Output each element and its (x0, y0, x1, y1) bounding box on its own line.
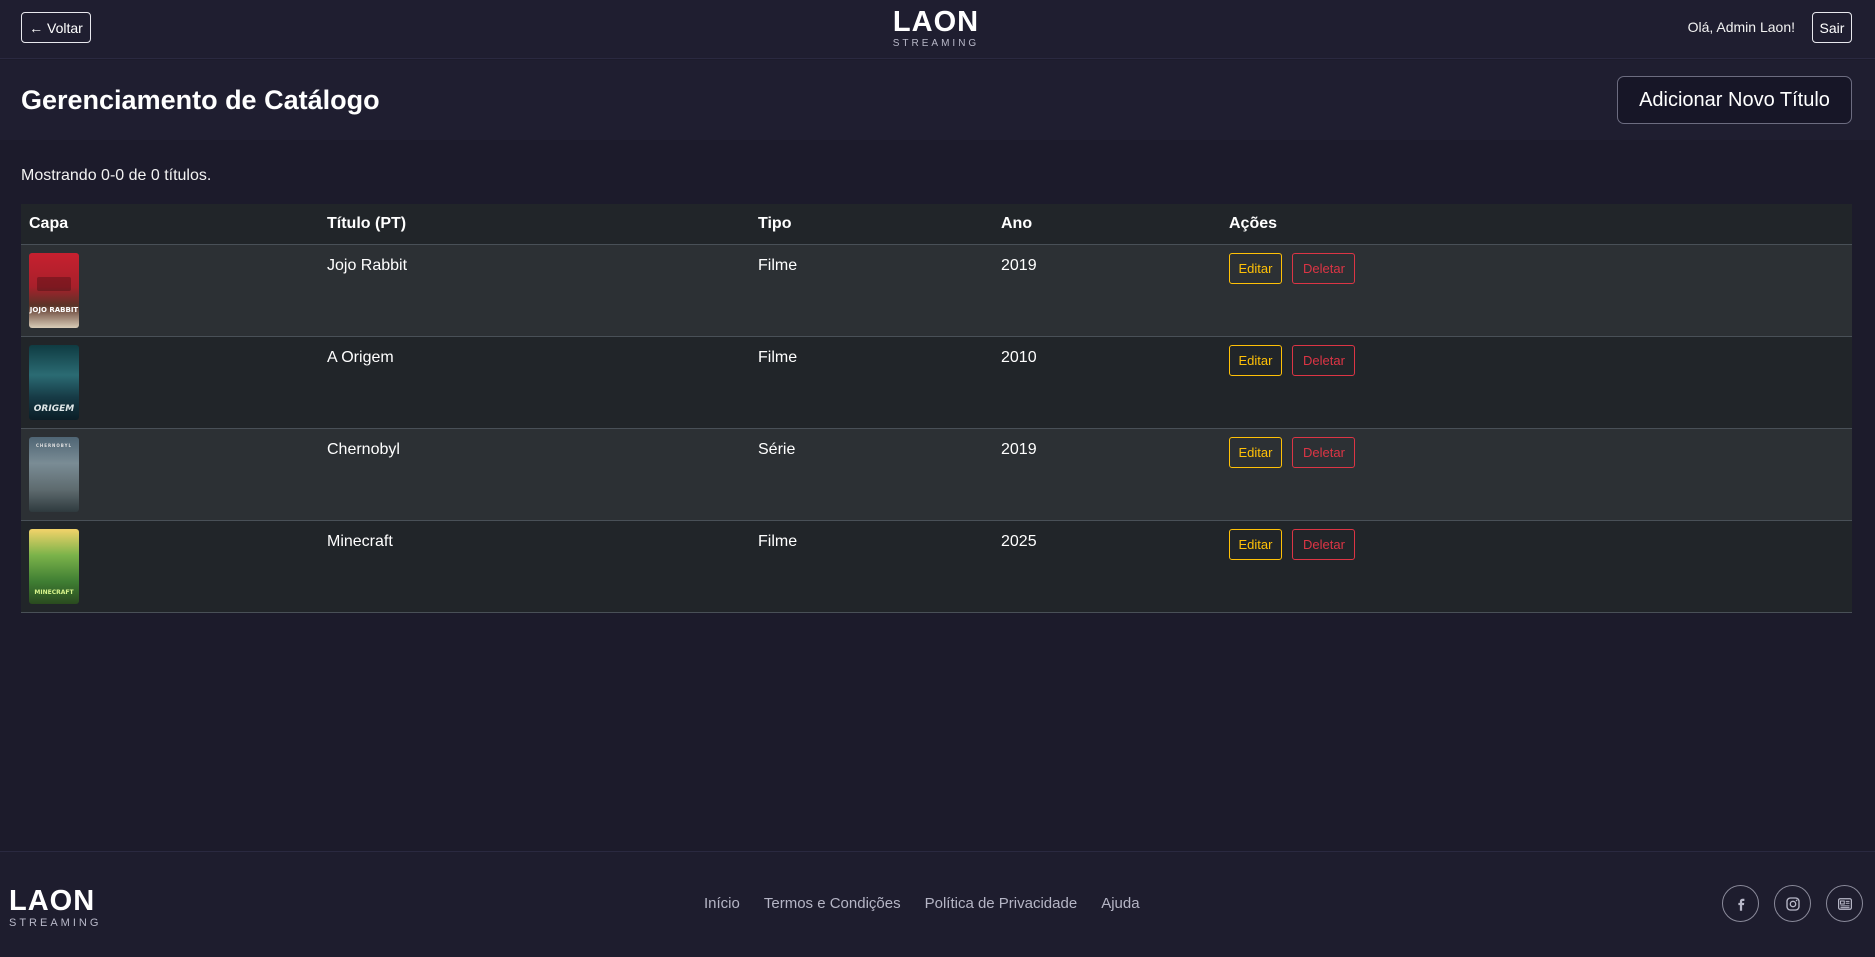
actions-cell: Editar Deletar (1221, 244, 1852, 337)
footer-link-home[interactable]: Início (704, 895, 740, 912)
column-header-type: Tipo (750, 204, 993, 245)
table-row: CHERNOBYL Chernobyl Série 2019 Editar De… (21, 428, 1852, 521)
year-cell: 2019 (993, 244, 1221, 337)
poster-caption: ORIGEM (33, 403, 75, 414)
table-row: MINECRAFT Minecraft Filme 2025 Editar De… (21, 520, 1852, 613)
logo-title: LAON (892, 6, 980, 38)
back-button[interactable]: ← Voltar (21, 12, 91, 43)
add-title-button[interactable]: Adicionar Novo Título (1617, 76, 1852, 124)
page-header: Gerenciamento de Catálogo Adicionar Novo… (0, 60, 1875, 140)
year-cell: 2025 (993, 520, 1221, 613)
brand-logo[interactable]: LAON STREAMING (892, 8, 980, 49)
poster-image: CHERNOBYL (29, 436, 79, 512)
delete-button[interactable]: Deletar (1292, 252, 1356, 284)
poster-cast-art (37, 276, 71, 291)
title-cell: A Origem (319, 336, 750, 429)
poster-image: ORIGEM (29, 344, 79, 420)
actions-cell: Editar Deletar (1221, 336, 1852, 429)
title-cell: Jojo Rabbit (319, 244, 750, 337)
edit-button[interactable]: Editar (1229, 436, 1282, 468)
poster-image: JOJO RABBIT (29, 252, 79, 328)
footer-link-help[interactable]: Ajuda (1101, 895, 1139, 912)
cover-cell: CHERNOBYL (21, 428, 319, 521)
footer-link-terms[interactable]: Termos e Condições (764, 895, 901, 912)
instagram-icon[interactable] (1774, 885, 1811, 922)
footer-logo[interactable]: LAON STREAMING (9, 887, 101, 929)
column-header-cover: Capa (21, 204, 319, 245)
cover-cell: JOJO RABBIT (21, 244, 319, 337)
type-cell: Filme (750, 520, 993, 613)
type-cell: Série (750, 428, 993, 521)
page-title: Gerenciamento de Catálogo (21, 85, 380, 115)
year-cell: 2019 (993, 428, 1221, 521)
site-footer: LAON STREAMING Início Termos e Condições… (0, 851, 1875, 957)
news-icon[interactable] (1826, 885, 1863, 922)
poster-caption: MINECRAFT (34, 588, 74, 596)
actions-cell: Editar Deletar (1221, 520, 1852, 613)
title-cell: Chernobyl (319, 428, 750, 521)
logout-button[interactable]: Sair (1812, 12, 1852, 43)
cover-cell: ORIGEM (21, 336, 319, 429)
catalog-table: Capa Título (PT) Tipo Ano Ações JOJO RAB… (21, 204, 1852, 613)
actions-cell: Editar Deletar (1221, 428, 1852, 521)
edit-button[interactable]: Editar (1229, 252, 1282, 284)
column-header-actions: Ações (1221, 204, 1852, 245)
delete-button[interactable]: Deletar (1292, 436, 1356, 468)
column-header-year: Ano (993, 204, 1221, 245)
year-cell: 2010 (993, 336, 1221, 429)
poster-caption: JOJO RABBIT (29, 305, 79, 314)
table-row: ORIGEM A Origem Filme 2010 Editar Deleta… (21, 336, 1852, 429)
logo-subtitle: STREAMING (892, 38, 980, 49)
column-header-title: Título (PT) (319, 204, 750, 245)
poster-caption: CHERNOBYL (35, 442, 73, 448)
type-cell: Filme (750, 244, 993, 337)
edit-button[interactable]: Editar (1229, 528, 1282, 560)
table-row: JOJO RABBIT Jojo Rabbit Filme 2019 Edita… (21, 244, 1852, 337)
delete-button[interactable]: Deletar (1292, 528, 1356, 560)
table-header-row: Capa Título (PT) Tipo Ano Ações (21, 204, 1852, 245)
social-links (1722, 885, 1863, 922)
top-navbar: ← Voltar LAON STREAMING Olá, Admin Laon!… (0, 0, 1875, 59)
title-cell: Minecraft (319, 520, 750, 613)
poster-image: MINECRAFT (29, 528, 79, 604)
footer-nav: Início Termos e Condições Política de Pr… (704, 895, 1164, 912)
type-cell: Filme (750, 336, 993, 429)
footer-logo-title: LAON (9, 885, 96, 917)
facebook-icon[interactable] (1722, 885, 1759, 922)
user-greeting: Olá, Admin Laon! (1687, 19, 1795, 35)
edit-button[interactable]: Editar (1229, 344, 1282, 376)
footer-logo-subtitle: STREAMING (9, 917, 102, 929)
delete-button[interactable]: Deletar (1292, 344, 1356, 376)
cover-cell: MINECRAFT (21, 520, 319, 613)
footer-link-privacy[interactable]: Política de Privacidade (925, 895, 1078, 912)
results-count: Mostrando 0-0 de 0 títulos. (21, 167, 212, 184)
